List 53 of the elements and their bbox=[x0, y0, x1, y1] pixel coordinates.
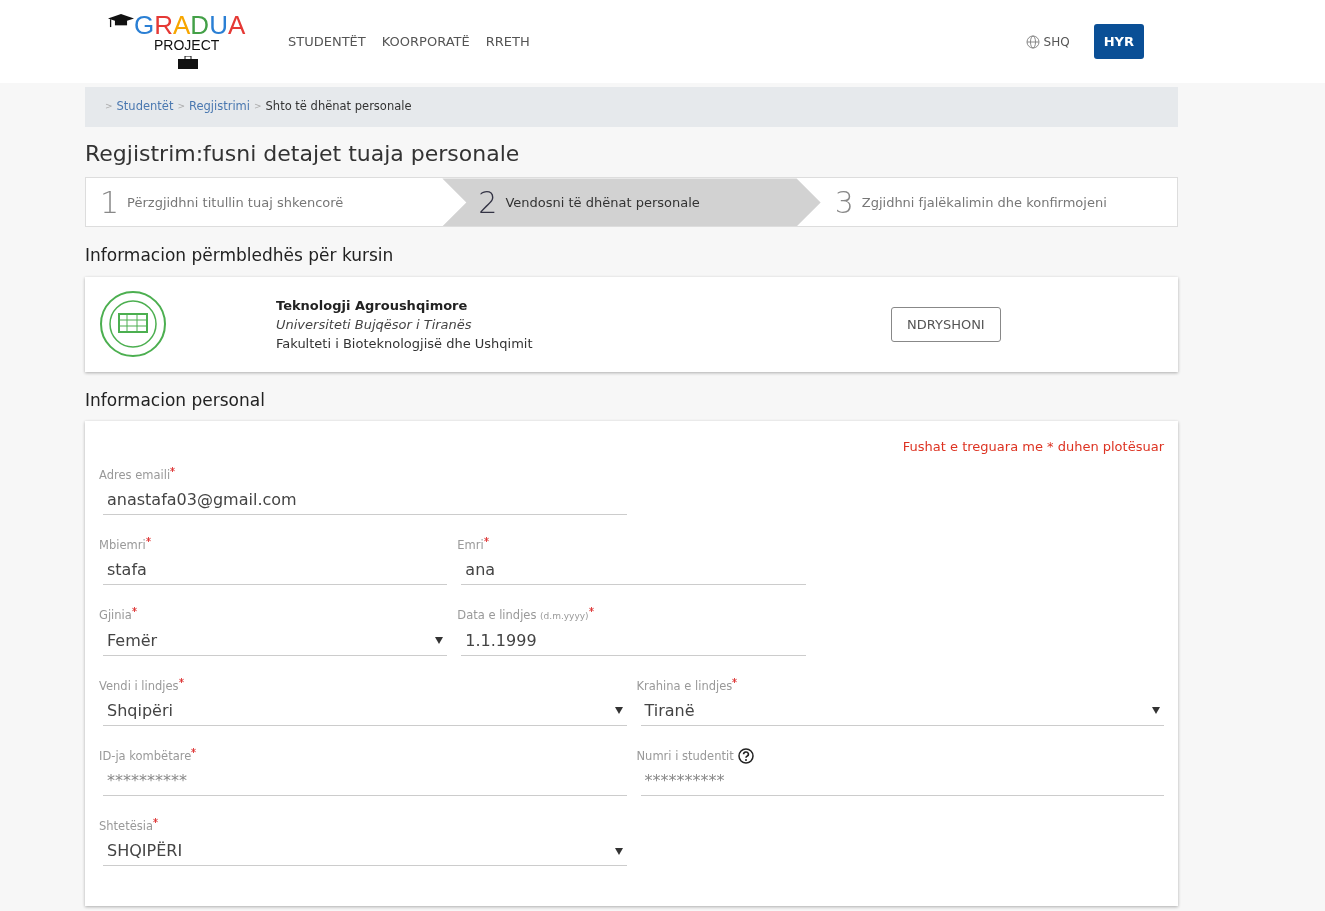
step[interactable]: 1 Përzgjidhni titullin tuaj shkencorë bbox=[86, 178, 443, 227]
field-label: ID-ja kombëtare bbox=[99, 747, 197, 766]
field-label: Shtetësia bbox=[99, 818, 158, 836]
breadcrumb-separator: > bbox=[177, 100, 185, 114]
field-label: Data e lindjes (d.m.yyyy) bbox=[457, 607, 594, 625]
field-label: Emri bbox=[457, 537, 489, 555]
input-field[interactable]: anastafa03@gmail.com bbox=[103, 486, 627, 516]
required-note: Fushat e treguara me * duhen plotësuar bbox=[902, 438, 1164, 457]
field-label: Gjinia bbox=[99, 607, 137, 625]
step[interactable]: 3 Zgjidhni fjalëkalimin dhe konfirmojeni bbox=[820, 178, 1177, 227]
login-button[interactable]: HYR bbox=[1093, 23, 1144, 60]
breadcrumb-separator: > bbox=[254, 100, 262, 114]
section-title: Informacion përmbledhës për kursin bbox=[85, 244, 395, 268]
input-field[interactable]: 1.1.1999 bbox=[461, 626, 806, 656]
caret-icon bbox=[1152, 707, 1160, 715]
briefcase-icon bbox=[178, 55, 198, 69]
input-field[interactable]: ********** bbox=[103, 767, 627, 797]
select-field[interactable]: Shqipëri bbox=[103, 696, 627, 726]
university-seal-icon bbox=[99, 290, 167, 359]
field-label: Krahina e lindjes bbox=[636, 677, 738, 695]
logo-title[interactable]: GRADUA bbox=[134, 11, 246, 38]
select-field[interactable]: SHQIPËRI bbox=[103, 837, 627, 867]
university-name: Universiteti Bujqësor i Tiranës bbox=[276, 315, 473, 334]
help-icon[interactable] bbox=[737, 748, 754, 765]
select-field[interactable]: Femër bbox=[103, 626, 448, 656]
input-field[interactable]: ********** bbox=[640, 767, 1164, 797]
language-link[interactable]: SHQ bbox=[1043, 32, 1070, 51]
input-field[interactable]: ana bbox=[461, 556, 806, 586]
nav-link[interactable]: STUDENTËT bbox=[288, 31, 366, 52]
logo-subtitle: PROJECT bbox=[154, 37, 221, 52]
field-label: Numri i studentit bbox=[636, 747, 734, 765]
breadcrumb-current: Shto të dhënat personale bbox=[265, 98, 412, 116]
field-label: Mbiemri bbox=[99, 537, 151, 555]
course-name: Teknologji Agroushqimore bbox=[276, 296, 469, 315]
change-button[interactable]: NDRYSHONI bbox=[891, 306, 1001, 343]
field-label: Vendi i lindjes bbox=[99, 677, 184, 695]
input-field[interactable]: stafa bbox=[103, 556, 448, 586]
field-label: Adres emaili bbox=[99, 466, 176, 485]
nav-link[interactable]: KOORPORATË bbox=[381, 31, 470, 52]
step[interactable]: 2 Vendosni të dhënat personale bbox=[442, 178, 821, 227]
caret-icon bbox=[614, 707, 623, 715]
breadcrumb-link[interactable]: Studentët bbox=[116, 98, 174, 116]
breadcrumb-separator: > bbox=[105, 100, 113, 114]
nav-link[interactable]: RRETH bbox=[485, 31, 530, 52]
globe-icon bbox=[1025, 34, 1040, 49]
select-field[interactable]: Tiranë bbox=[640, 696, 1164, 726]
caret-icon bbox=[435, 637, 444, 645]
faculty-name: Fakulteti i Bioteknologjisë dhe Ushqimit bbox=[276, 334, 534, 353]
caret-icon bbox=[614, 847, 623, 855]
section-title: Informacion personal bbox=[85, 388, 266, 412]
graduation-cap-icon bbox=[108, 11, 134, 30]
page-title: Regjistrim:fusni detajet tuaja personale bbox=[85, 141, 521, 168]
breadcrumb-link[interactable]: Regjistrimi bbox=[188, 98, 250, 116]
